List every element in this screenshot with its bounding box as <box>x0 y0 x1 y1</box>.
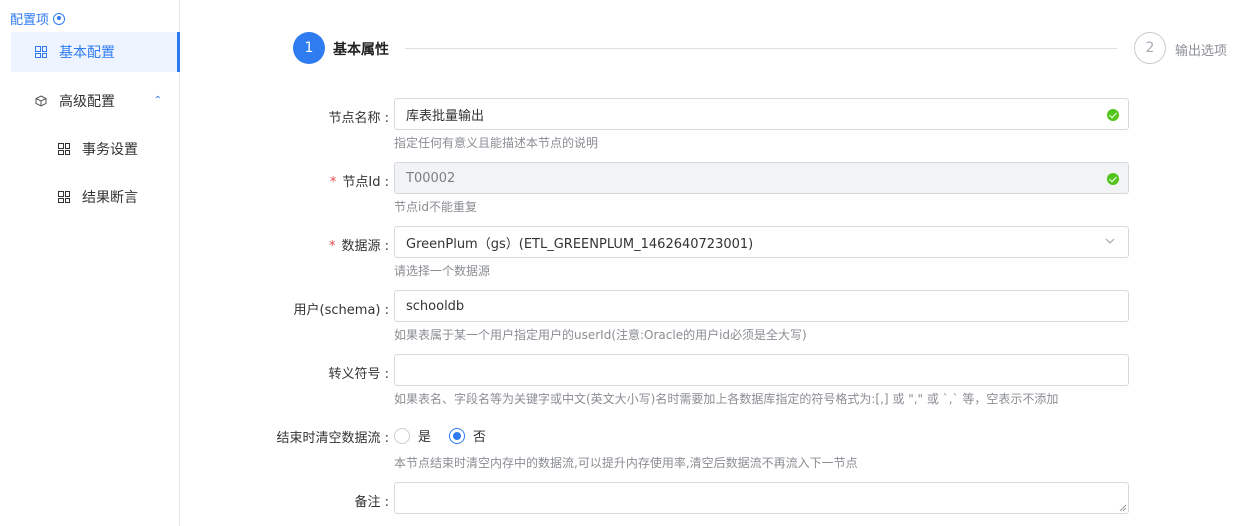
chevron-down-icon[interactable] <box>1104 235 1116 247</box>
remark-label: 备注 : <box>354 495 389 510</box>
check-circle-icon <box>1107 109 1119 121</box>
chevron-up-icon[interactable]: ⌃ <box>154 95 162 106</box>
resize-handle-icon[interactable] <box>1119 504 1126 511</box>
node-name-input[interactable] <box>406 106 1086 122</box>
clear-stream-radio-group: 是 否 <box>394 426 504 445</box>
sidebar-item-label: 基本配置 <box>59 45 115 61</box>
radio-option-no[interactable]: 否 <box>449 426 486 445</box>
node-name-label: 节点名称 : <box>328 111 389 126</box>
step-divider <box>405 48 1117 49</box>
escape-symbol-input[interactable] <box>406 362 1086 378</box>
node-name-hint: 指定任何有意义且能描述本节点的说明 <box>394 136 599 150</box>
sidebar-item-result-assertion[interactable]: 结果断言 <box>11 177 180 217</box>
step-1-indicator[interactable]: 1 <box>293 32 325 64</box>
clear-stream-label: 结束时清空数据流 : <box>276 431 389 446</box>
clear-stream-hint: 本节点结束时清空内存中的数据流,可以提升内存使用率,清空后数据流不再流入下一节点 <box>394 456 858 470</box>
datasource-selected-value: GreenPlum（gs）(ETL_GREENPLUM_146264072300… <box>406 236 754 252</box>
escape-symbol-field[interactable] <box>394 354 1129 386</box>
sidebar-item-transaction-settings[interactable]: 事务设置 <box>11 129 180 169</box>
sidebar-header: 配置项 <box>10 9 66 28</box>
node-id-field <box>394 162 1129 194</box>
step-2-indicator[interactable]: 2 <box>1134 32 1166 64</box>
node-name-field[interactable] <box>394 98 1129 130</box>
radio-option-yes[interactable]: 是 <box>394 426 431 445</box>
sidebar-item-basic-config[interactable]: 基本配置 <box>11 32 180 72</box>
check-circle-icon <box>1107 173 1119 185</box>
sidebar-item-label: 高级配置 <box>59 94 115 110</box>
radio-yes[interactable] <box>394 427 410 444</box>
required-mark: * <box>328 239 336 254</box>
grid-icon <box>58 191 70 203</box>
escape-symbol-hint: 如果表名、字段名等为关键字或中文(英文大小写)名时需要加上各数据库指定的符号格式… <box>394 392 1059 406</box>
user-schema-field[interactable] <box>394 290 1129 322</box>
remark-textarea[interactable] <box>394 482 1129 514</box>
user-schema-label: 用户(schema) : <box>293 303 389 318</box>
datasource-hint: 请选择一个数据源 <box>394 264 491 278</box>
user-schema-hint: 如果表属于某一个用户指定用户的userId(注意:Oracle的用户id必须是全… <box>394 328 807 342</box>
sidebar: 配置项 基本配置 高级配置 ⌃ 事务设置 结果断言 <box>0 0 180 526</box>
node-id-hint: 节点id不能重复 <box>394 200 477 214</box>
step-2-title[interactable]: 输出选项 <box>1175 40 1227 59</box>
grid-icon <box>58 143 70 155</box>
target-icon[interactable] <box>53 12 66 25</box>
sidebar-item-label: 结果断言 <box>82 190 138 206</box>
sidebar-item-advanced-config[interactable]: 高级配置 ⌃ <box>11 81 180 121</box>
required-mark: * <box>329 175 337 190</box>
user-schema-input[interactable] <box>406 298 1086 314</box>
radio-no[interactable] <box>449 427 466 444</box>
sidebar-item-label: 事务设置 <box>82 142 138 158</box>
datasource-select[interactable]: GreenPlum（gs）(ETL_GREENPLUM_146264072300… <box>394 226 1129 258</box>
node-id-label: * 节点Id : <box>329 175 389 190</box>
escape-symbol-label: 转义符号 : <box>328 367 389 382</box>
sidebar-title: 配置项 <box>10 13 50 28</box>
cube-icon <box>35 95 47 107</box>
step-1-title[interactable]: 基本属性 <box>333 39 389 59</box>
node-id-input <box>406 170 1086 186</box>
grid-icon <box>35 46 47 58</box>
datasource-label: * 数据源 : <box>328 239 389 254</box>
